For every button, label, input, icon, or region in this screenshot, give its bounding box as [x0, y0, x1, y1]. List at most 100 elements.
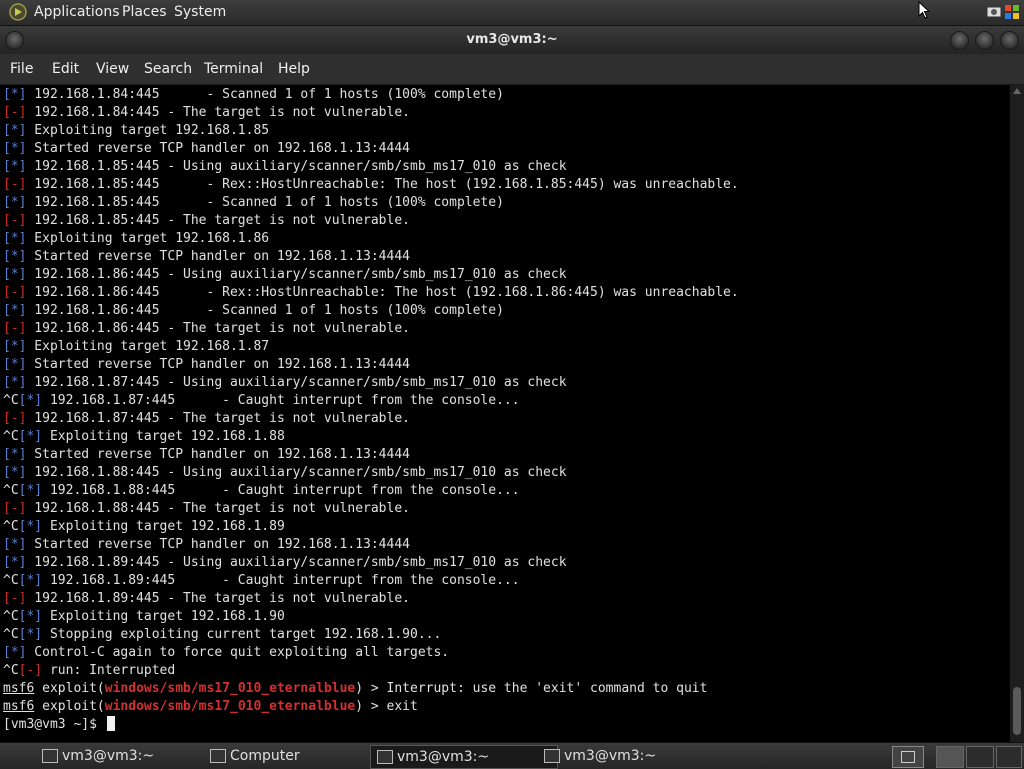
terminal-line: [-] 192.168.1.87:445 - The target is not… — [3, 410, 739, 428]
system-menu[interactable]: System — [174, 4, 226, 20]
line-text: 192.168.1.89:445 - The target is not vul… — [26, 591, 410, 606]
windows-flag-tray-icon[interactable] — [1004, 4, 1020, 20]
terminal-line: [-] 192.168.1.86:445 - The target is not… — [3, 320, 739, 338]
msf-prompt-label: msf6 — [3, 699, 35, 714]
terminal-line: ^C[*] Stopping exploiting current target… — [3, 626, 739, 644]
terminal-line: [*] 192.168.1.87:445 - Using auxiliary/s… — [3, 374, 739, 392]
terminal-line: [*] 192.168.1.86:445 - Using auxiliary/s… — [3, 266, 739, 284]
shell-prompt-line[interactable]: [vm3@vm3 ~]$ — [3, 716, 739, 734]
terminal-icon — [377, 750, 393, 764]
status-tag: [*] — [18, 627, 43, 642]
command-text: ) > exit — [355, 699, 418, 714]
terminal-menubar: File Edit View Search Terminal Help — [0, 54, 1024, 85]
line-text: 192.168.1.86:445 - Scanned 1 of 1 hosts … — [26, 303, 504, 318]
msf-prompt-line: msf6 exploit(windows/smb/ms17_010_eterna… — [3, 680, 739, 698]
terminal-line: ^C[*] Exploiting target 192.168.1.89 — [3, 518, 739, 536]
line-text: 192.168.1.84:445 - The target is not vul… — [26, 105, 410, 120]
terminal-line: [-] 192.168.1.84:445 - The target is not… — [3, 104, 739, 122]
close-button[interactable] — [1000, 31, 1019, 50]
taskbar-item-terminal-2[interactable]: vm3@vm3:~ — [370, 745, 558, 769]
taskbar-item-label: vm3@vm3:~ — [564, 748, 657, 764]
line-text: 192.168.1.86:445 - Rex::HostUnreachable:… — [26, 285, 739, 300]
interrupt-marker: ^C — [3, 573, 19, 588]
show-desktop-button[interactable] — [892, 746, 924, 768]
status-tag: [*] — [3, 357, 27, 372]
terminal-line: [*] Exploiting target 192.168.1.87 — [3, 338, 739, 356]
terminal-line: [-] 192.168.1.88:445 - The target is not… — [3, 500, 739, 518]
status-tag: [*] — [18, 483, 43, 498]
status-tag: [*] — [3, 645, 27, 660]
window-titlebar[interactable]: vm3@vm3:~ — [0, 26, 1024, 54]
msf-prompt-line: msf6 exploit(windows/smb/ms17_010_eterna… — [3, 698, 739, 716]
top-panel: Applications Places System — [0, 0, 1024, 26]
taskbar-item-label: vm3@vm3:~ — [62, 748, 155, 764]
network-tray-icon[interactable] — [986, 4, 1002, 20]
scrollbar-thumb[interactable] — [1013, 687, 1021, 735]
menu-view[interactable]: View — [96, 61, 129, 77]
line-text: 192.168.1.86:445 - The target is not vul… — [26, 321, 410, 336]
mouse-pointer-icon — [918, 1, 930, 19]
module-name: windows/smb/ms17_010_eternalblue — [104, 681, 356, 696]
terminal-line: [-] 192.168.1.85:445 - The target is not… — [3, 212, 739, 230]
status-tag: [*] — [3, 195, 27, 210]
status-tag: [*] — [3, 339, 27, 354]
terminal-line: [*] Exploiting target 192.168.1.86 — [3, 230, 739, 248]
status-tag: [*] — [18, 429, 43, 444]
line-text: Exploiting target 192.168.1.85 — [26, 123, 270, 138]
line-text: Exploiting target 192.168.1.89 — [42, 519, 285, 534]
workspace-3[interactable] — [996, 746, 1022, 768]
shell-prompt: [vm3@vm3 ~]$ — [3, 717, 105, 732]
line-text: Exploiting target 192.168.1.88 — [42, 429, 285, 444]
applications-menu[interactable]: Applications — [34, 4, 120, 20]
taskbar-item-terminal-1[interactable]: vm3@vm3:~ — [36, 745, 222, 767]
gnome-foot-icon[interactable] — [9, 3, 27, 21]
workspace-2[interactable] — [966, 746, 994, 768]
menu-help[interactable]: Help — [278, 61, 310, 77]
terminal-line: [*] Started reverse TCP handler on 192.1… — [3, 446, 739, 464]
exploit-word: exploit( — [34, 699, 105, 714]
line-text: Exploiting target 192.168.1.90 — [42, 609, 285, 624]
status-tag: [*] — [3, 249, 27, 264]
status-tag: [*] — [3, 465, 27, 480]
line-text: 192.168.1.87:445 - The target is not vul… — [26, 411, 410, 426]
terminal-scrollbar[interactable] — [1010, 85, 1024, 742]
line-text: 192.168.1.88:445 - Using auxiliary/scann… — [26, 465, 567, 480]
terminal-line: [*] 192.168.1.88:445 - Using auxiliary/s… — [3, 464, 739, 482]
taskbar-item-terminal-3[interactable]: vm3@vm3:~ — [538, 745, 724, 767]
line-text: Exploiting target 192.168.1.86 — [26, 231, 270, 246]
terminal-line: [*] 192.168.1.85:445 - Using auxiliary/s… — [3, 158, 739, 176]
status-tag: [*] — [3, 159, 27, 174]
interrupt-marker: ^C — [3, 627, 19, 642]
line-text: Started reverse TCP handler on 192.168.1… — [26, 357, 410, 372]
menu-search[interactable]: Search — [144, 61, 192, 77]
menu-edit[interactable]: Edit — [52, 61, 79, 77]
terminal-line: ^C[-] run: Interrupted — [3, 662, 739, 680]
line-text: Started reverse TCP handler on 192.168.1… — [26, 141, 410, 156]
taskbar-item-label: vm3@vm3:~ — [397, 749, 490, 765]
minimize-button[interactable] — [950, 31, 969, 50]
places-menu[interactable]: Places — [122, 4, 167, 20]
line-text: 192.168.1.89:445 - Caught interrupt from… — [42, 573, 520, 588]
line-text: 192.168.1.85:445 - The target is not vul… — [26, 213, 410, 228]
interrupt-marker: ^C — [3, 609, 19, 624]
terminal-line: [*] 192.168.1.89:445 - Using auxiliary/s… — [3, 554, 739, 572]
terminal-line: ^C[*] Exploiting target 192.168.1.90 — [3, 608, 739, 626]
terminal-line: [*] Started reverse TCP handler on 192.1… — [3, 356, 739, 374]
terminal-line: [*] Started reverse TCP handler on 192.1… — [3, 140, 739, 158]
error-tag: [-] — [3, 105, 27, 120]
workspace-1[interactable] — [936, 746, 964, 768]
interrupt-marker: ^C — [3, 663, 19, 678]
status-tag: [*] — [3, 231, 27, 246]
line-text: Started reverse TCP handler on 192.168.1… — [26, 537, 410, 552]
terminal-output[interactable]: [*] 192.168.1.84:445 - Scanned 1 of 1 ho… — [0, 85, 1010, 742]
terminal-line: ^C[*] Exploiting target 192.168.1.88 — [3, 428, 739, 446]
menu-terminal[interactable]: Terminal — [204, 61, 263, 77]
interrupt-marker: ^C — [3, 429, 19, 444]
scroll-up-arrow-icon[interactable] — [1013, 88, 1021, 94]
taskbar-item-computer[interactable]: Computer — [204, 745, 390, 767]
terminal-line: [*] 192.168.1.85:445 - Scanned 1 of 1 ho… — [3, 194, 739, 212]
menu-file[interactable]: File — [10, 61, 33, 77]
error-tag: [-] — [3, 411, 27, 426]
line-text: 192.168.1.87:445 - Using auxiliary/scann… — [26, 375, 567, 390]
maximize-button[interactable] — [975, 31, 994, 50]
